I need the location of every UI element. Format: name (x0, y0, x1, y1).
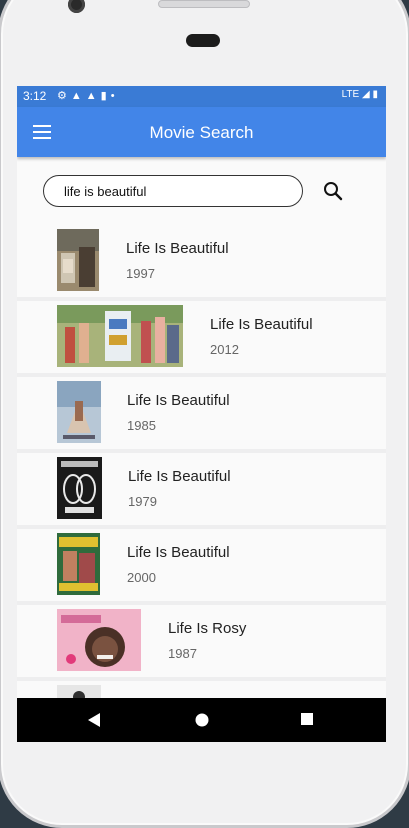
list-item[interactable]: Life Is Beautiful 1997 (17, 225, 386, 301)
movie-year: 2012 (210, 342, 239, 357)
sensor-pill (186, 34, 220, 47)
lte-icon: LTE (341, 89, 360, 100)
movie-title: Life Is Beautiful (210, 316, 313, 333)
movie-title: Life Is Beautiful (127, 392, 230, 409)
android-notification-icon: ▲ (70, 90, 86, 102)
list-item[interactable]: Life Is Beautiful 1979 (17, 453, 386, 529)
search-icon[interactable] (322, 180, 344, 202)
status-bar: 3:12 ⚙▲▲▮• LTE ◢ ▮ (17, 86, 386, 107)
movie-poster (57, 229, 99, 291)
page-title: Movie Search (149, 123, 254, 142)
movie-title: Life Is Beautiful (128, 468, 231, 485)
android-notification-icon-2: ▲ (85, 90, 101, 102)
status-time: 3:12 (23, 89, 47, 103)
back-icon[interactable] (87, 712, 101, 733)
settings-notification-icon: ⚙ (57, 90, 71, 102)
battery-icon: ▮ (372, 89, 378, 100)
list-item[interactable]: Life Is Rosy 1987 (17, 605, 386, 681)
movie-year: 1997 (126, 266, 155, 281)
device-screen: 3:12 ⚙▲▲▮• LTE ◢ ▮ Movie Search life is … (17, 86, 386, 742)
movie-title: Life Is Beautiful (127, 544, 230, 561)
signal-icon: ◢ (362, 89, 370, 100)
list-item[interactable]: Life Is Beautiful 2012 (17, 301, 386, 377)
movie-year: 1987 (168, 646, 197, 661)
search-input[interactable] (43, 175, 303, 207)
notification-icons: ⚙▲▲▮• (57, 89, 119, 102)
movie-title: Life Is Rosy (168, 620, 247, 637)
sd-card-icon: ▮ (100, 90, 111, 102)
movie-poster (57, 457, 102, 519)
list-item[interactable]: Life Is Beautiful 1985 (17, 377, 386, 453)
search-row (17, 175, 386, 207)
movie-poster (57, 381, 101, 443)
movie-year: 2000 (127, 570, 156, 585)
recents-icon[interactable] (300, 712, 314, 731)
movie-poster (57, 305, 183, 367)
results-list: Life Is Beautiful 1997 Life Is Beautiful… (17, 225, 386, 742)
movie-poster (57, 609, 141, 671)
movie-poster (57, 533, 100, 595)
front-camera (68, 0, 85, 13)
system-nav-bar (17, 698, 386, 742)
movie-title: Life Is Beautiful (126, 240, 229, 257)
status-right: LTE ◢ ▮ (342, 89, 378, 100)
movie-year: 1979 (128, 494, 157, 509)
dot-icon: • (110, 90, 119, 102)
movie-year: 1985 (127, 418, 156, 433)
app-bar: Movie Search (17, 107, 386, 157)
earpiece-speaker (158, 0, 250, 8)
home-icon[interactable] (194, 712, 210, 733)
list-item[interactable]: Life Is Beautiful 2000 (17, 529, 386, 605)
